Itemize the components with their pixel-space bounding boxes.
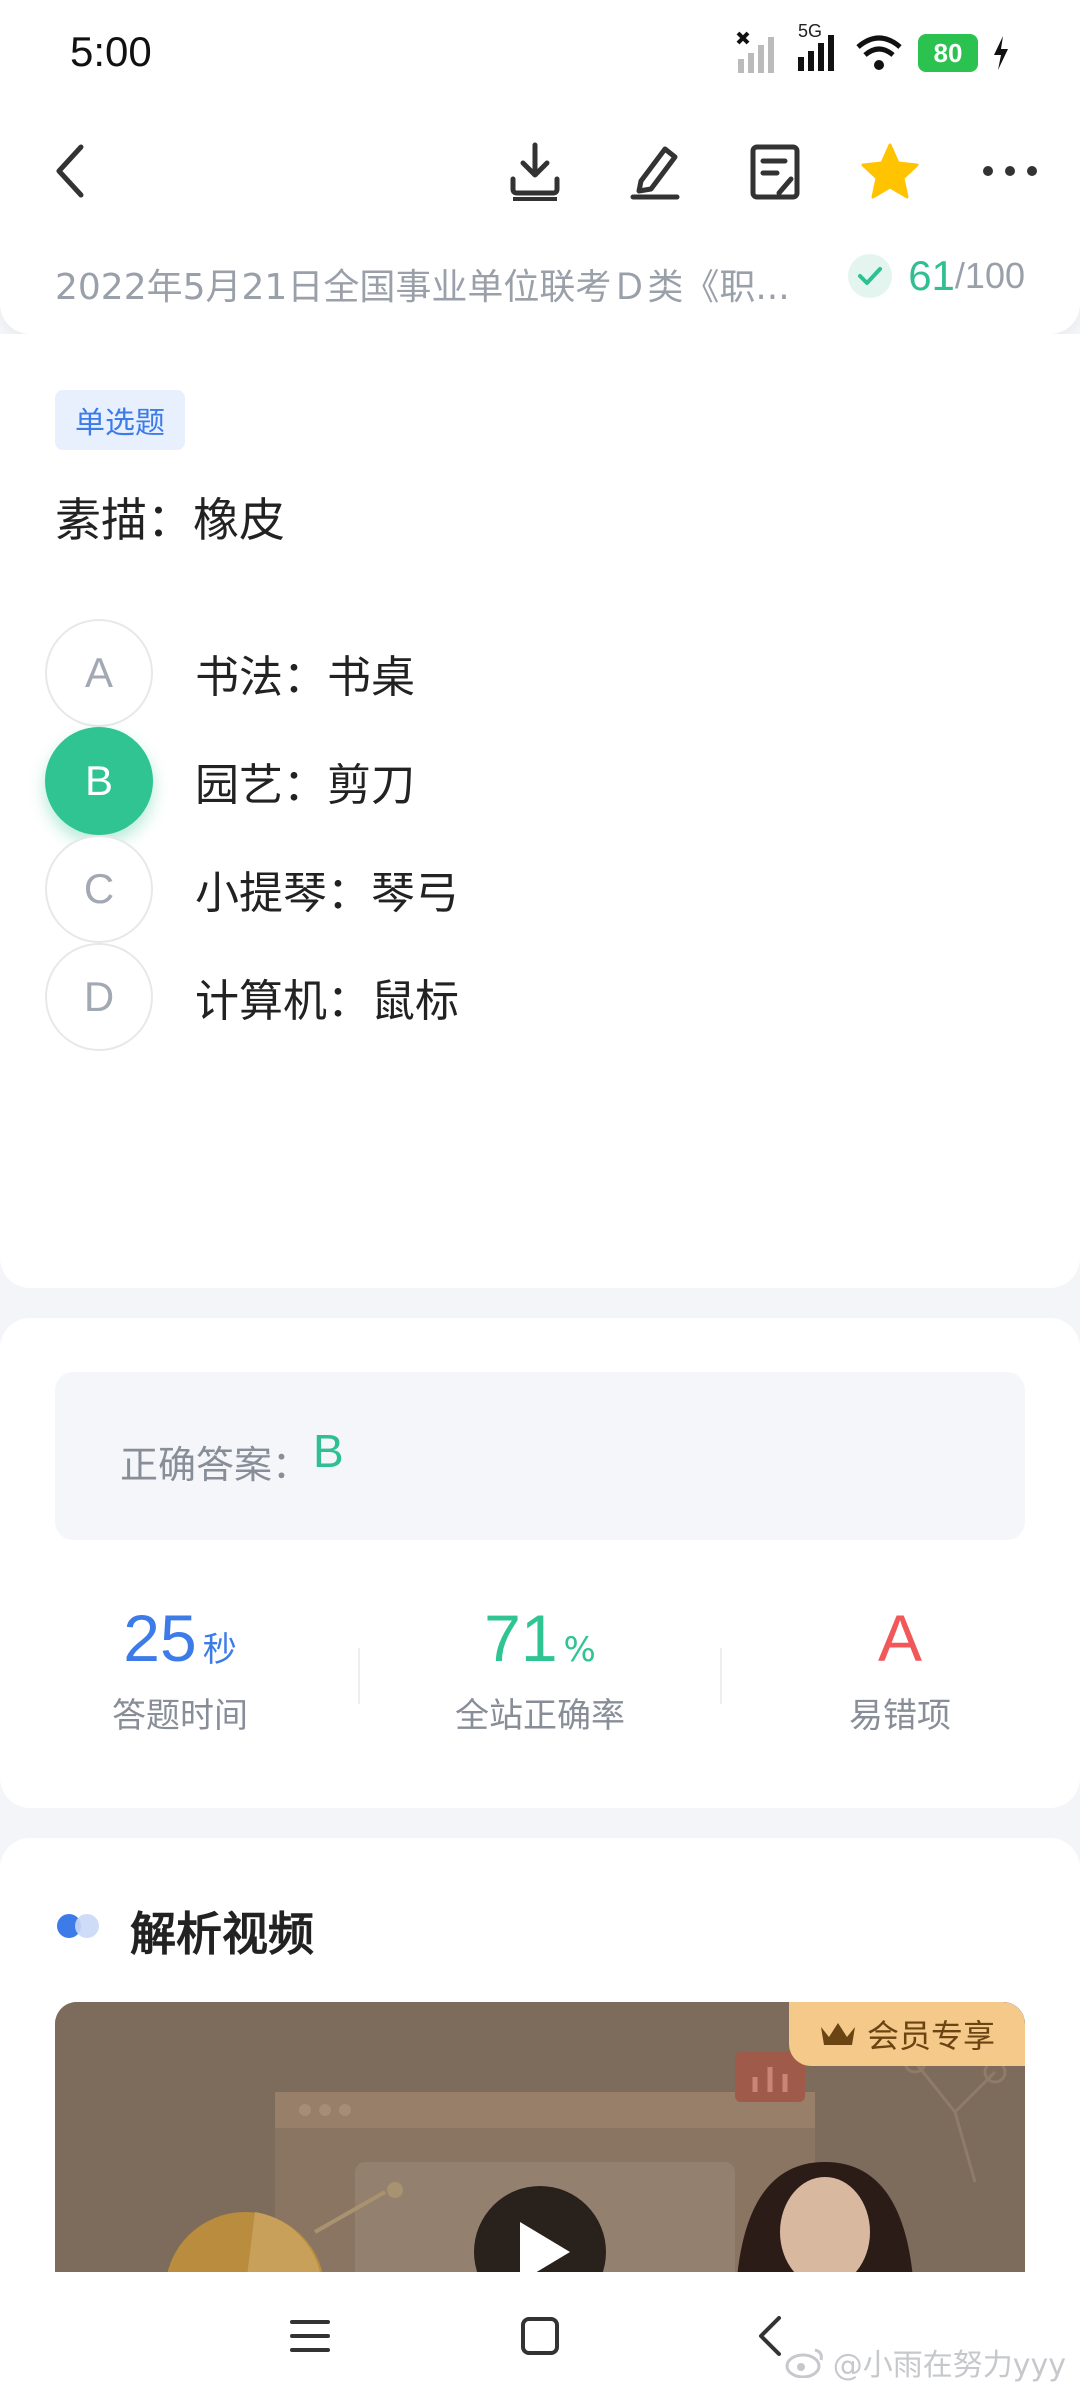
accuracy-unit: % <box>563 1630 596 1670</box>
notes-button[interactable] <box>740 136 810 206</box>
paper-header: 2022年5月21日全国事业单位联考Ｄ类《职... 61 /100 <box>0 234 1080 334</box>
score-indicator: 61 /100 <box>848 252 1025 300</box>
correct-answer-label: 正确答案： <box>120 1443 311 1487</box>
score-value: 61 <box>908 252 955 299</box>
battery-icon: 80 <box>918 34 978 72</box>
home-icon <box>521 2317 559 2355</box>
no-signal-icon <box>736 31 774 73</box>
status-bar: 5:00 5G 80 <box>0 0 1080 108</box>
back-button[interactable] <box>36 136 106 206</box>
answer-time-value: 25 <box>123 1601 197 1675</box>
correct-answer-value: B <box>313 1425 344 1477</box>
recent-apps-button[interactable] <box>280 2306 340 2366</box>
star-icon <box>861 143 919 199</box>
signal-5g: 5G <box>794 21 840 77</box>
edit-icon <box>630 146 680 200</box>
option-text: 小提琴：琴弓 <box>195 868 459 919</box>
status-icons: 5G 80 <box>734 21 1010 78</box>
common-error-label: 易错项 <box>849 1696 951 1736</box>
answer-time-label: 答题时间 <box>112 1696 248 1736</box>
option-c[interactable]: C 小提琴：琴弓 <box>45 834 1035 944</box>
section-dots-icon <box>57 1914 99 1938</box>
stat-common-error: A 易错项 <box>720 1600 1080 1737</box>
watermark-text: @小雨在努力yyy <box>832 2348 1066 2383</box>
watermark: @小雨在努力yyy <box>785 2340 1066 2384</box>
more-icon <box>983 166 1037 176</box>
answer-time-unit: 秒 <box>202 1630 237 1670</box>
status-time: 5:00 <box>70 28 152 75</box>
download-icon <box>510 142 560 201</box>
option-d[interactable]: D 计算机：鼠标 <box>45 942 1035 1052</box>
stat-accuracy: 71% 全站正确率 <box>360 1600 720 1737</box>
video-section-title: 解析视频 <box>130 1907 314 1961</box>
question-stem: 素描：橡皮 <box>55 493 285 547</box>
option-text: 书法：书桌 <box>195 652 415 703</box>
question-card: 单选题 素描：橡皮 A 书法：书桌 B 园艺：剪刀 C 小提琴：琴弓 D 计算机… <box>0 334 1080 1288</box>
accuracy-value: 71 <box>484 1601 558 1675</box>
charging-icon <box>994 36 1008 70</box>
menu-icon <box>290 2320 330 2352</box>
option-text: 计算机：鼠标 <box>195 976 459 1027</box>
correct-answer-box: 正确答案： B <box>55 1372 1025 1540</box>
vip-badge: 会员专享 <box>789 2002 1025 2066</box>
answer-card: 正确答案： B 25 秒 答题时间 71% 全站正确率 A 易错项 <box>0 1318 1080 1808</box>
option-text: 园艺：剪刀 <box>195 760 415 811</box>
back-icon <box>56 144 84 198</box>
accuracy-label: 全站正确率 <box>455 1696 625 1736</box>
crown-icon <box>820 2023 855 2045</box>
download-button[interactable] <box>500 136 570 206</box>
option-letter: D <box>45 943 153 1051</box>
question-type-tag: 单选题 <box>55 390 185 450</box>
option-b[interactable]: B 园艺：剪刀 <box>45 726 1035 836</box>
option-letter: B <box>45 727 153 835</box>
more-button[interactable] <box>975 136 1045 206</box>
option-a[interactable]: A 书法：书桌 <box>45 618 1035 728</box>
wifi-icon <box>856 35 902 70</box>
weibo-icon <box>785 2348 823 2378</box>
back-icon <box>759 2316 781 2356</box>
vip-label: 会员专享 <box>866 2017 995 2055</box>
option-letter: C <box>45 835 153 943</box>
battery-level: 80 <box>933 37 963 68</box>
top-toolbar <box>0 108 1080 234</box>
option-letter: A <box>45 619 153 727</box>
edit-button[interactable] <box>620 136 690 206</box>
common-error-value: A <box>877 1601 923 1675</box>
check-icon <box>848 254 893 298</box>
stat-answer-time: 25 秒 答题时间 <box>0 1600 360 1737</box>
network-type-label: 5G <box>798 21 823 41</box>
paper-title[interactable]: 2022年5月21日全国事业单位联考Ｄ类《职... <box>55 258 795 310</box>
home-button[interactable] <box>510 2306 570 2366</box>
favorite-button[interactable] <box>855 136 925 206</box>
notes-icon <box>750 144 800 200</box>
system-nav-bar: @小雨在努力yyy <box>0 2272 1080 2400</box>
score-total: /100 <box>954 255 1025 296</box>
